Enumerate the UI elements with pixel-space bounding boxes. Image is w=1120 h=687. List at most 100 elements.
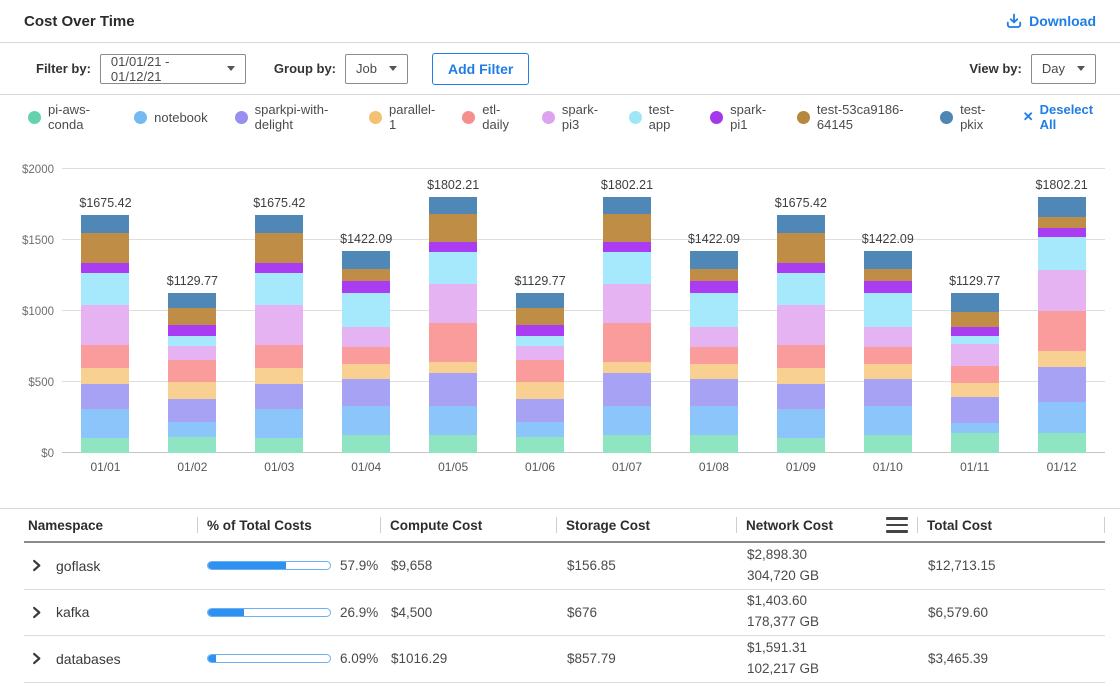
stacked-bar-01/11[interactable] <box>951 293 999 453</box>
bar-segment-spark-pi3 <box>777 305 825 345</box>
bar-total-label: $1802.21 <box>601 178 653 192</box>
column-header-total-cost: Total Cost <box>917 509 1105 541</box>
view-by-select[interactable]: Day <box>1031 54 1096 84</box>
x-axis-label: 01/03 <box>236 460 323 474</box>
bar-segment-pi-aws-conda <box>864 435 912 453</box>
bar-total-label: $1129.77 <box>167 274 218 288</box>
storage-cost-cell: $676 <box>556 605 736 620</box>
stacked-bar-01/08[interactable] <box>690 251 738 453</box>
bar-segment-spark-pi3 <box>951 344 999 366</box>
bar-segment-notebook <box>429 406 477 435</box>
table-row-goflask[interactable]: goflask57.9%$9,658$156.85$2,898.30304,72… <box>24 543 1105 590</box>
add-filter-button[interactable]: Add Filter <box>432 53 529 85</box>
legend-item-test-app[interactable]: test-app <box>629 102 683 132</box>
bar-segment-spark-pi1 <box>1038 228 1086 237</box>
bar-segment-etl-daily <box>168 360 216 382</box>
stacked-bar-01/07[interactable] <box>603 197 651 453</box>
progress-fill <box>208 609 244 616</box>
table-row-kafka[interactable]: kafka26.9%$4,500$676$1,403.60178,377 GB$… <box>24 590 1105 637</box>
legend-item-test-53ca9186-64145[interactable]: test-53ca9186-64145 <box>797 102 913 132</box>
date-range-select[interactable]: 01/01/21 - 01/12/21 <box>100 54 246 84</box>
legend-dot-icon <box>369 111 382 124</box>
bar-segment-spark-pi1 <box>690 281 738 293</box>
bars-container: $1675.42$1129.77$1675.42$1422.09$1802.21… <box>62 169 1105 453</box>
x-axis-label: 01/04 <box>323 460 410 474</box>
bar-segment-test-pkix <box>1038 197 1086 216</box>
network-cost-cell: $2,898.30304,720 GB <box>736 545 917 587</box>
column-header-label: Compute Cost <box>390 518 482 533</box>
stacked-bar-01/05[interactable] <box>429 197 477 453</box>
menu-icon[interactable] <box>886 517 908 533</box>
stacked-bar-01/10[interactable] <box>864 251 912 453</box>
bar-segment-test-app <box>255 273 303 305</box>
percent-progress-bar <box>207 561 331 570</box>
bar-segment-spark-pi3 <box>429 284 477 323</box>
download-button[interactable]: Download <box>1006 13 1096 29</box>
bar-segment-test-pkix <box>951 293 999 313</box>
legend-item-spark-pi3[interactable]: spark-pi3 <box>542 102 602 132</box>
bar-segment-spark-pi1 <box>342 281 390 293</box>
stacked-bar-01/06[interactable] <box>516 293 564 453</box>
expand-chevron-icon[interactable] <box>30 606 43 619</box>
column-header-label: Network Cost <box>746 518 833 533</box>
x-axis-label: 01/01 <box>62 460 149 474</box>
x-axis-label: 01/05 <box>410 460 497 474</box>
y-axis-tick-label: $2000 <box>2 164 54 176</box>
bar-segment-spark-pi3 <box>168 346 216 360</box>
group-by-select[interactable]: Job <box>345 54 408 84</box>
stacked-bar-01/01[interactable] <box>81 215 129 453</box>
stacked-bar-01/04[interactable] <box>342 251 390 453</box>
legend-item-test-pkix[interactable]: test-pkix <box>940 102 996 132</box>
bar-group-01/09: $1675.42 <box>757 169 844 453</box>
expand-chevron-icon[interactable] <box>30 559 43 572</box>
legend-item-etl-daily[interactable]: etl-daily <box>462 102 515 132</box>
y-axis-tick-label: $0 <box>2 448 54 460</box>
bar-segment-pi-aws-conda <box>690 435 738 453</box>
bar-segment-sparkpi-with-delight <box>342 379 390 406</box>
page-header: Cost Over Time Download <box>0 0 1120 43</box>
bar-segment-etl-daily <box>81 345 129 369</box>
bar-segment-etl-daily <box>429 323 477 362</box>
stacked-bar-01/02[interactable] <box>168 293 216 453</box>
group-by-value: Job <box>356 61 377 76</box>
bar-segment-parallel-1 <box>516 382 564 399</box>
legend-label: pi-aws-conda <box>48 102 107 132</box>
chevron-down-icon <box>389 66 397 71</box>
bar-total-label: $1129.77 <box>949 274 1000 288</box>
bar-segment-etl-daily <box>690 347 738 364</box>
table-row-databases[interactable]: databases6.09%$1016.29$857.79$1,591.3110… <box>24 636 1105 683</box>
compute-cost-cell: $9,658 <box>380 558 556 573</box>
legend-item-parallel-1[interactable]: parallel-1 <box>369 102 435 132</box>
stacked-bar-01/09[interactable] <box>777 215 825 453</box>
cost-over-time-chart: $0$500$1000$1500$2000$1675.42$1129.77$16… <box>0 139 1120 481</box>
legend-item-notebook[interactable]: notebook <box>134 110 208 125</box>
table-header-row: Namespace% of Total CostsCompute CostSto… <box>24 509 1105 543</box>
expand-chevron-icon[interactable] <box>30 652 43 665</box>
percent-progress-bar <box>207 608 331 617</box>
bar-segment-spark-pi3 <box>342 327 390 346</box>
namespace-cell: kafka <box>24 604 197 620</box>
legend-item-pi-aws-conda[interactable]: pi-aws-conda <box>28 102 107 132</box>
bar-segment-pi-aws-conda <box>342 435 390 453</box>
bar-group-01/02: $1129.77 <box>149 169 236 453</box>
bar-segment-etl-daily <box>777 345 825 369</box>
bar-segment-pi-aws-conda <box>603 435 651 453</box>
stacked-bar-01/03[interactable] <box>255 215 303 453</box>
storage-cost-cell: $156.85 <box>556 558 736 573</box>
bar-segment-spark-pi1 <box>429 242 477 252</box>
legend-item-sparkpi-with-delight[interactable]: sparkpi-with-delight <box>235 102 342 132</box>
bar-group-01/07: $1802.21 <box>584 169 671 453</box>
bar-segment-test-pkix <box>516 293 564 308</box>
bar-segment-test-53ca9186-64145 <box>1038 217 1086 229</box>
bar-segment-spark-pi1 <box>255 263 303 274</box>
bar-segment-notebook <box>255 409 303 438</box>
column-header-label: Storage Cost <box>566 518 650 533</box>
deselect-all-button[interactable]: ✕ Deselect All <box>1023 102 1096 132</box>
legend-item-spark-pi1[interactable]: spark-pi1 <box>710 102 770 132</box>
bar-segment-sparkpi-with-delight <box>255 384 303 409</box>
bar-group-01/04: $1422.09 <box>323 169 410 453</box>
bar-segment-pi-aws-conda <box>255 438 303 453</box>
stacked-bar-01/12[interactable] <box>1038 197 1086 453</box>
bar-total-label: $1675.42 <box>775 196 827 210</box>
close-icon: ✕ <box>1023 109 1034 125</box>
